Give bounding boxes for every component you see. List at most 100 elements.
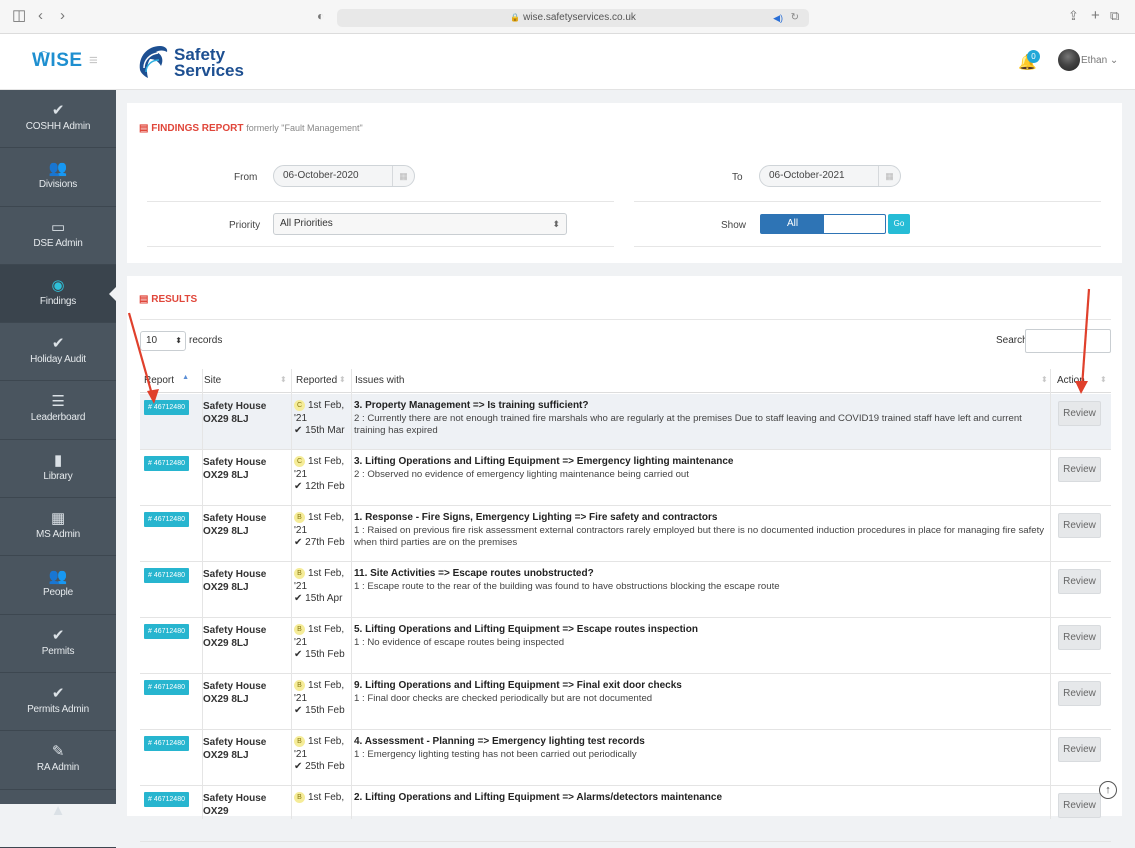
- column-divider: [1050, 369, 1051, 819]
- reported-cell: C 1st Feb, '21 ✔ 12th Feb: [294, 456, 350, 494]
- report-id-button[interactable]: # 46712480: [144, 736, 189, 751]
- reported-cell: B 1st Feb, '21 ✔ 15th Feb: [294, 624, 350, 662]
- sidebar-item-coshh-admin[interactable]: ✔ COSHH Admin: [0, 90, 116, 149]
- show-label: Show: [721, 220, 747, 231]
- menu-toggle-icon[interactable]: ≡: [89, 52, 98, 69]
- review-button[interactable]: Review: [1058, 625, 1101, 650]
- lock-icon: 🔒: [510, 13, 521, 22]
- back-icon[interactable]: ‹: [38, 8, 43, 24]
- priority-select[interactable]: All Priorities ⬍: [273, 213, 567, 235]
- column-reported[interactable]: Reported: [296, 375, 337, 386]
- avatar[interactable]: [1058, 49, 1080, 71]
- issue-detail: 2 : Observed no evidence of emergency li…: [354, 468, 689, 480]
- sidebar-item-label: DSE Admin: [33, 237, 83, 249]
- divider: [147, 246, 614, 247]
- show-all-option[interactable]: All: [761, 215, 824, 233]
- report-id-button[interactable]: # 46712480: [144, 512, 189, 527]
- report-id-button[interactable]: # 46712480: [144, 456, 189, 471]
- table-row: # 46712480 Safety House OX29 8LJ B 1st Feb,…: [140, 618, 1111, 674]
- calendar-icon[interactable]: ▦: [878, 166, 900, 186]
- from-date-input[interactable]: 06-October-2020 ▦: [273, 165, 415, 187]
- issue-cell: 1. Response - Fire Signs, Emergency Ligh…: [354, 512, 1049, 550]
- report-id-button[interactable]: # 46712480: [144, 624, 189, 639]
- privacy-shield-icon[interactable]: ◐: [317, 8, 324, 24]
- calendar-icon[interactable]: ▦: [392, 166, 414, 186]
- review-button[interactable]: Review: [1058, 737, 1101, 762]
- table-row: # 46712480 Safety House OX29 8LJ C 1st Feb,…: [140, 450, 1111, 506]
- sidebar-item-people[interactable]: 👥 People: [0, 556, 116, 615]
- tabs-overview-icon[interactable]: ⧉: [1110, 8, 1119, 24]
- app-logo[interactable]: WISE: [32, 50, 83, 72]
- reported-cell: B 1st Feb, '21 ✔ 15th Apr: [294, 568, 350, 606]
- priority-badge: B: [294, 736, 305, 747]
- reported-cell: B 1st Feb, '21 ✔ 25th Feb: [294, 736, 350, 774]
- check-icon: ✔: [51, 626, 65, 644]
- issue-cell: 5. Lifting Operations and Lifting Equipm…: [354, 624, 1049, 649]
- to-date-input[interactable]: 06-October-2021 ▦: [759, 165, 901, 187]
- review-button[interactable]: Review: [1058, 457, 1101, 482]
- issue-title: 3. Lifting Operations and Lifting Equipm…: [354, 456, 734, 467]
- issue-detail: 1 : No evidence of escape routes being i…: [354, 636, 565, 648]
- completed-date: ✔ 15th Feb: [294, 649, 345, 660]
- user-menu[interactable]: Ethan ⌄: [1081, 55, 1118, 66]
- issue-detail: 1 : Emergency lighting testing has not b…: [354, 748, 637, 760]
- priority-label: Priority: [229, 220, 261, 231]
- address-bar[interactable]: 🔒 wise.safetyservices.co.uk ◀) ↻: [337, 9, 809, 27]
- sidebar-item-ra-admin[interactable]: ✎ RA Admin: [0, 731, 116, 790]
- page-length-select[interactable]: 10 ⬍: [140, 331, 186, 351]
- sidebar-item-divisions[interactable]: 👥 Divisions: [0, 148, 116, 207]
- speaker-icon[interactable]: ◀): [773, 9, 783, 27]
- warning-icon: ▲: [50, 801, 66, 819]
- column-issues[interactable]: Issues with: [355, 375, 404, 386]
- issue-title: 9. Lifting Operations and Lifting Equipm…: [354, 680, 682, 691]
- sidebar-nav: ✔ COSHH Admin 👥 Divisions ▭ DSE Admin ◉ Finding…: [0, 90, 116, 848]
- sidebar-item-findings[interactable]: ◉ Findings: [0, 264, 116, 324]
- completed-date: ✔ 15th Feb: [294, 705, 345, 716]
- column-action[interactable]: Action: [1057, 375, 1097, 386]
- issue-detail: 1 : Escape route to the rear of the buil…: [354, 580, 780, 592]
- review-button[interactable]: Review: [1058, 401, 1101, 426]
- sidebar-item-leaderboard[interactable]: ☰ Leaderboard: [0, 381, 116, 440]
- sidebar-toggle-icon[interactable]: ◫: [12, 8, 26, 24]
- top-bar: Safety Services 🔔 0 Ethan ⌄: [116, 34, 1135, 90]
- show-toggle[interactable]: All: [760, 214, 886, 234]
- go-button[interactable]: Go: [888, 214, 910, 234]
- report-id-button[interactable]: # 46712480: [144, 680, 189, 695]
- issue-title: 4. Assessment - Planning => Emergency li…: [354, 736, 645, 747]
- report-id-button[interactable]: # 46712480: [144, 400, 189, 415]
- report-id-button[interactable]: # 46712480: [144, 792, 189, 807]
- sidebar-item-permits[interactable]: ✔ Permits: [0, 615, 116, 673]
- column-divider: [351, 369, 352, 819]
- sidebar-item-dse-admin[interactable]: ▭ DSE Admin: [0, 207, 116, 265]
- sidebar-item-more[interactable]: ▲: [0, 790, 116, 848]
- sidebar-item-holiday-audit[interactable]: ✔ Holiday Audit: [0, 323, 116, 382]
- company-logo-text[interactable]: Safety Services: [174, 46, 244, 79]
- browser-toolbar: ◫ ‹ › ◐ 🔒 wise.safetyservices.co.uk ◀) ↻ …: [0, 0, 1135, 34]
- review-button[interactable]: Review: [1058, 793, 1101, 818]
- sidebar-item-label: COSHH Admin: [25, 121, 91, 132]
- review-button[interactable]: Review: [1058, 569, 1101, 594]
- forward-icon[interactable]: ›: [60, 8, 65, 24]
- new-tab-icon[interactable]: +: [1091, 8, 1100, 24]
- sidebar-item-permits-admin[interactable]: ✔ Permits Admin: [0, 673, 116, 732]
- sidebar: ︵ WISE ≡ ✔ COSHH Admin 👥 Divisions ▭ DSE Admi…: [0, 34, 116, 848]
- table-header: Report ▲ Site Reported Issues with Action…: [140, 369, 1111, 393]
- scroll-to-top-icon[interactable]: ↑: [1099, 781, 1117, 799]
- priority-badge: B: [294, 792, 305, 803]
- review-button[interactable]: Review: [1058, 513, 1101, 538]
- issue-title: 11. Site Activities => Escape routes uno…: [354, 568, 594, 579]
- site-name: Safety House OX29 8LJ: [203, 513, 267, 537]
- search-input[interactable]: [1025, 329, 1111, 353]
- sidebar-item-ms-admin[interactable]: ▦ MS Admin: [0, 498, 116, 557]
- reload-icon[interactable]: ↻: [791, 9, 799, 27]
- share-icon[interactable]: ⇪: [1068, 8, 1079, 24]
- sidebar-item-library[interactable]: ▮ Library: [0, 440, 116, 499]
- sidebar-item-label: Library: [43, 470, 73, 482]
- book-icon: ▮: [53, 451, 63, 469]
- report-id-button[interactable]: # 46712480: [144, 568, 189, 583]
- check-icon: ✔: [51, 335, 65, 353]
- review-button[interactable]: Review: [1058, 681, 1101, 706]
- column-report[interactable]: Report ▲: [144, 374, 189, 386]
- check-icon: ✔: [51, 684, 65, 702]
- column-site[interactable]: Site: [204, 375, 221, 386]
